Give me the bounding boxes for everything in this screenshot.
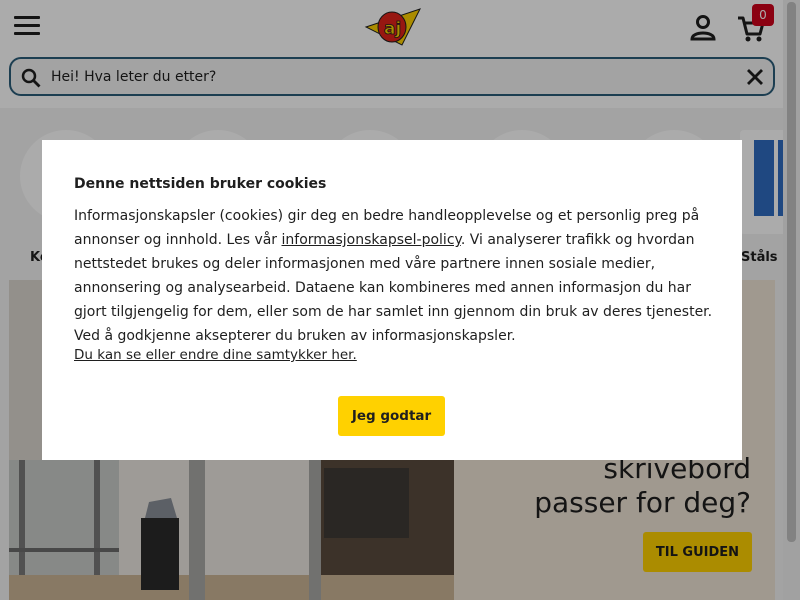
dialog-title: Denne nettsiden bruker cookies [74, 176, 327, 192]
accept-cookies-button[interactable]: Jeg godtar [338, 396, 445, 436]
dialog-body-text: . Vi analyserer trafikk og hvordan netts… [74, 232, 713, 344]
manage-consents-link[interactable]: Du kan se eller endre dine samtykker her… [74, 347, 357, 363]
dialog-body: Informasjonskapsler (cookies) gir deg en… [74, 204, 714, 348]
cookie-policy-link[interactable]: informasjonskapsel-policy [282, 232, 461, 248]
cookie-consent-dialog: Denne nettsiden bruker cookies Informasj… [42, 140, 742, 460]
